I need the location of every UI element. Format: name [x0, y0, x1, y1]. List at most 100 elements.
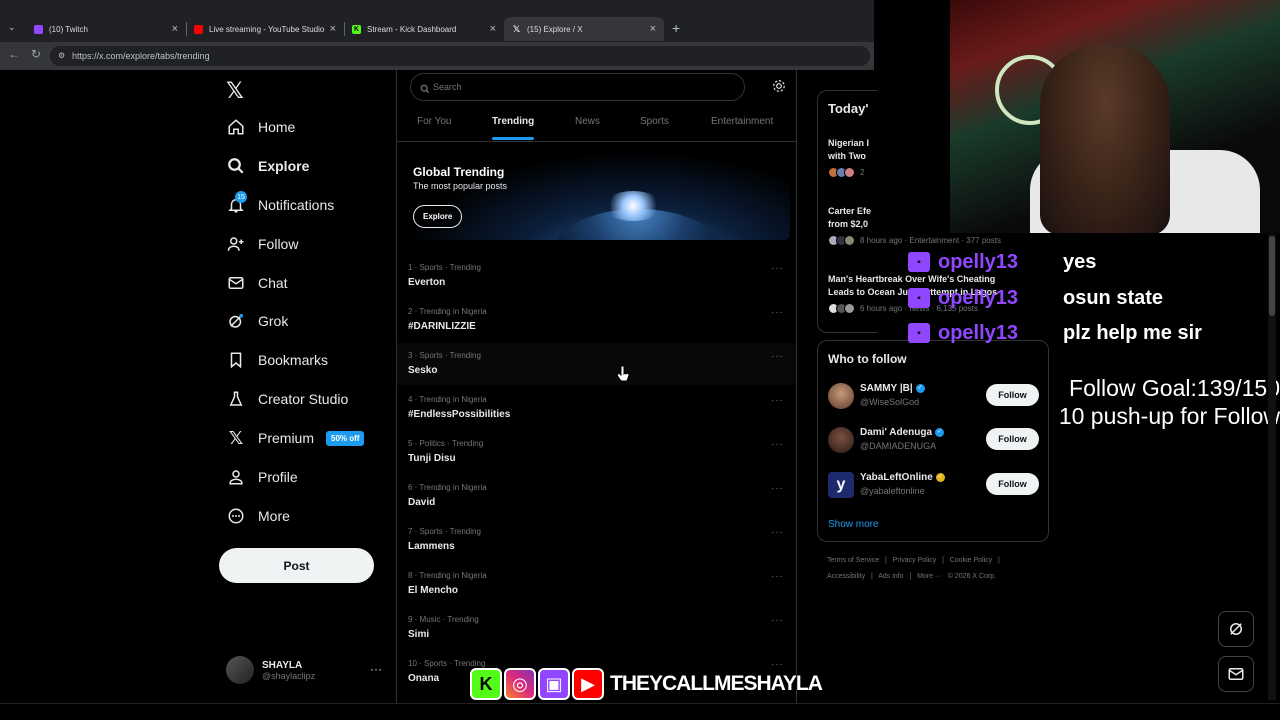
site-info-icon[interactable]: ⚙	[58, 46, 65, 66]
close-tab-icon[interactable]: ×	[490, 23, 496, 35]
sidebar-item-profile[interactable]: Profile	[226, 466, 298, 488]
trend-item[interactable]: 9 · Music · Trending Simi ···	[408, 615, 788, 655]
footer-link[interactable]: Accessibility	[827, 573, 865, 580]
messages-float-button[interactable]	[1218, 656, 1254, 692]
back-icon[interactable]: ←	[8, 47, 20, 61]
tab-twitch[interactable]: (10) Twitch ×	[26, 17, 186, 41]
mail-icon	[226, 273, 246, 293]
kick-favicon-icon: K	[352, 24, 361, 34]
follow-suggestion[interactable]: SAMMY |B| ✓ @WiseSolGod Follow	[828, 381, 1040, 413]
tab-title: (15) Explore / X	[527, 24, 583, 34]
trend-item[interactable]: 3 · Sports · Trending Sesko ···	[408, 351, 788, 391]
tab-youtube-studio[interactable]: Live streaming - YouTube Studio ×	[186, 17, 344, 41]
active-tab-indicator	[492, 137, 534, 140]
grok-float-button[interactable]	[1218, 611, 1254, 647]
tab-x-explore[interactable]: 𝕏 (15) Explore / X ×	[504, 17, 664, 41]
footer-link[interactable]: Ads info	[878, 573, 903, 580]
post-button[interactable]: Post	[219, 548, 374, 583]
chat-text: plz help me sir	[1063, 321, 1202, 344]
sidebar-item-creator-studio[interactable]: Creator Studio	[226, 388, 348, 410]
more-dots-icon[interactable]: ···	[771, 439, 784, 450]
bell-icon: 15	[226, 191, 247, 215]
new-tab-icon[interactable]: +	[672, 20, 680, 36]
scrollbar-thumb[interactable]	[1269, 236, 1275, 316]
more-dots-icon[interactable]: ···	[771, 351, 784, 362]
sidebar-item-more[interactable]: More	[226, 505, 290, 527]
search-input[interactable]: Search	[410, 73, 745, 101]
trend-item[interactable]: 4 · Trending in Nigeria #EndlessPossibil…	[408, 395, 788, 435]
tab-sports[interactable]: Sports	[640, 116, 669, 127]
sidebar-item-premium[interactable]: 𝕏 Premium 50% off	[226, 427, 365, 449]
search-icon	[420, 81, 430, 99]
trend-item[interactable]: 1 · Sports · Trending Everton ···	[408, 263, 788, 303]
more-dots-icon[interactable]: ···	[771, 571, 784, 582]
footer-link[interactable]: Privacy Policy	[893, 557, 937, 564]
tab-kick-dashboard[interactable]: K Stream - Kick Dashboard ×	[344, 17, 504, 41]
close-tab-icon[interactable]: ×	[330, 23, 336, 35]
tab-list-chevron-icon[interactable]: ⌄	[8, 22, 16, 33]
sidebar-item-label: Grok	[258, 313, 289, 329]
x-favicon-icon: 𝕏	[512, 23, 521, 34]
sidebar-item-chat[interactable]: Chat	[226, 272, 288, 294]
tab-for-you[interactable]: For You	[417, 116, 451, 127]
footer-separator: |	[942, 557, 944, 564]
follow-button[interactable]: Follow	[986, 428, 1039, 450]
footer-links-row: Accessibility | Ads info | More ··· © 20…	[827, 573, 996, 580]
account-switcher[interactable]: SHAYLA @shaylaclipz	[226, 656, 315, 684]
more-dots-icon[interactable]: ···	[771, 615, 784, 626]
tab-entertainment[interactable]: Entertainment	[711, 116, 773, 127]
close-tab-icon[interactable]: ×	[172, 23, 178, 35]
follow-button[interactable]: Follow	[986, 473, 1039, 495]
more-dots-icon[interactable]: ···	[771, 307, 784, 318]
more-circle-icon	[226, 506, 246, 526]
tab-title: Stream - Kick Dashboard	[367, 24, 457, 34]
show-more-link[interactable]: Show more	[828, 519, 879, 530]
chat-text: yes	[1063, 250, 1097, 273]
sidebar-item-home[interactable]: Home	[226, 116, 295, 138]
x-logo-icon[interactable]: 𝕏	[226, 78, 244, 104]
trend-item[interactable]: 7 · Sports · Trending Lammens ···	[408, 527, 788, 567]
suggestion-handle: @WiseSolGod	[860, 397, 920, 407]
sidebar-item-label: Chat	[258, 275, 288, 291]
profile-name: SHAYLA	[262, 659, 303, 671]
more-dots-icon[interactable]: ···	[771, 483, 784, 494]
sidebar-item-bookmarks[interactable]: Bookmarks	[226, 349, 328, 371]
global-trending-banner[interactable]: Global Trending The most popular posts E…	[403, 151, 790, 240]
follow-suggestion[interactable]: y YabaLeftOnline ✓ @yabaleftonline Follow	[828, 470, 1040, 502]
banner-title: Global Trending	[413, 165, 505, 179]
trend-item[interactable]: 8 · Trending in Nigeria El Mencho ···	[408, 571, 788, 611]
copyright: © 2026 X Corp.	[947, 573, 997, 580]
settings-gear-icon[interactable]	[772, 79, 786, 98]
follow-suggestion[interactable]: Dami' Adenuga ✓ @DAMIADENUGA Follow	[828, 425, 1040, 457]
tab-news[interactable]: News	[575, 116, 600, 127]
verified-badge-icon: ✓	[935, 427, 945, 437]
more-dots-icon[interactable]: ···	[771, 527, 784, 538]
more-dots-icon[interactable]: ···	[771, 395, 784, 406]
trend-item[interactable]: 2 · Trending in Nigeria #DARINLIZZIE ···	[408, 307, 788, 347]
more-dots-icon[interactable]: ···	[370, 662, 382, 676]
youtube-favicon-icon	[194, 24, 203, 34]
sidebar-item-notifications[interactable]: 15 Notifications	[226, 191, 335, 216]
twitch-icon: ▪	[908, 252, 930, 272]
footer-link[interactable]: More ···	[917, 573, 942, 580]
sidebar-item-follow[interactable]: Follow	[226, 233, 298, 255]
footer-link[interactable]: Cookie Policy	[950, 557, 992, 564]
kick-icon: K	[470, 668, 502, 700]
more-dots-icon[interactable]: ···	[771, 263, 784, 274]
webcam-feed	[950, 0, 1280, 233]
tab-trending[interactable]: Trending	[492, 116, 534, 127]
trend-meta: 6 · Trending in Nigeria	[408, 483, 487, 492]
explore-button[interactable]: Explore	[413, 205, 463, 228]
footer-link[interactable]: Terms of Service	[827, 557, 879, 564]
sidebar-item-label: Notifications	[258, 197, 335, 213]
trend-item[interactable]: 5 · Politics · Trending Tunji Disu ···	[408, 439, 788, 479]
person-icon	[226, 467, 246, 487]
close-tab-icon[interactable]: ×	[650, 23, 656, 35]
sidebar-item-grok[interactable]: Grok	[226, 310, 288, 332]
trend-meta: 2 · Trending in Nigeria	[408, 307, 487, 316]
trend-item[interactable]: 6 · Trending in Nigeria David ···	[408, 483, 788, 523]
reload-icon[interactable]: ↻	[31, 47, 41, 61]
explore-tabs: For You Trending News Sports Entertainme…	[397, 110, 797, 142]
url-input[interactable]: ⚙ https://x.com/explore/tabs/trending	[50, 46, 870, 66]
sidebar-item-explore[interactable]: Explore	[226, 155, 309, 177]
